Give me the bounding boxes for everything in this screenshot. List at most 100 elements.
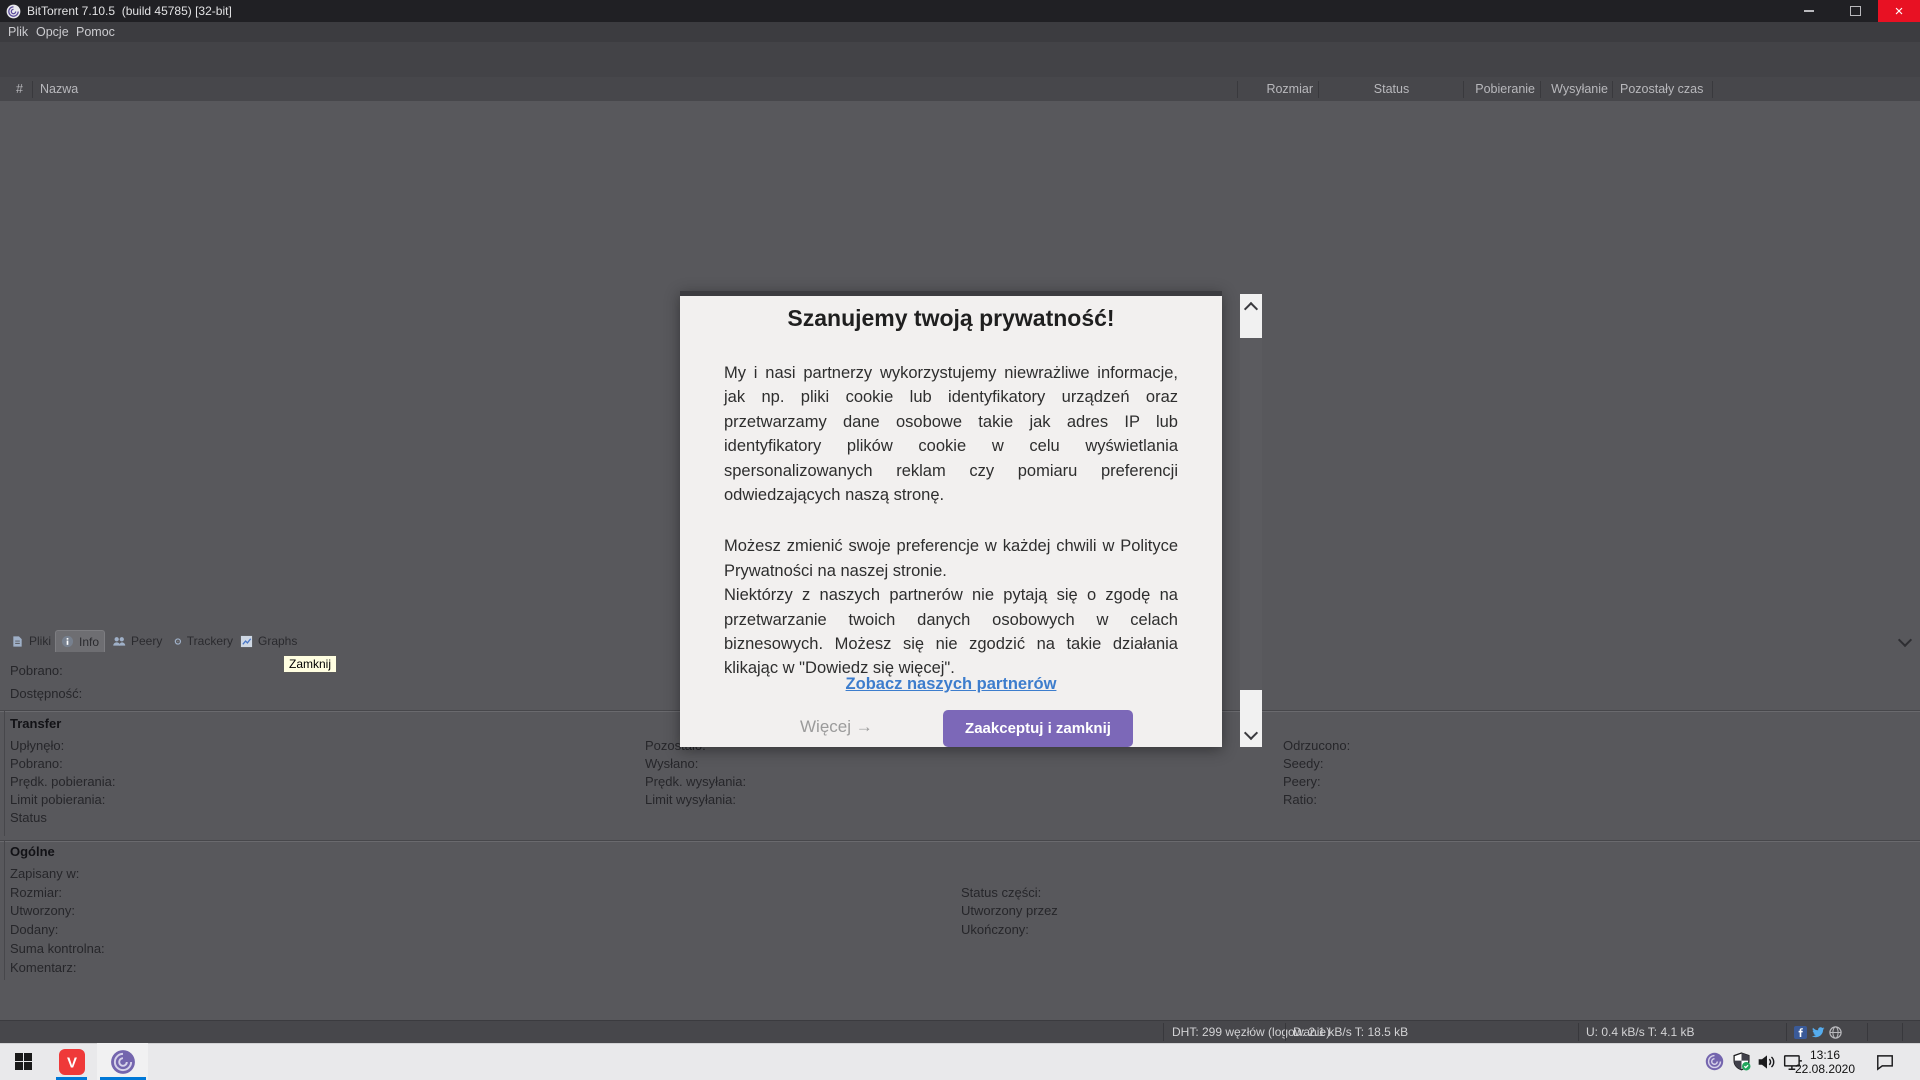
clock-time: 13:16 [1786,1048,1864,1062]
column-divider[interactable] [32,81,33,98]
field-zapisany-w: Zapisany w: [10,866,79,881]
field-wyslano: Wysłano: [645,756,698,771]
menubar: Plik Opcje Pomoc [0,22,1920,43]
menu-opcje[interactable]: Opcje [36,25,69,39]
field-limit-wysylania: Limit wysyłania: [645,792,736,807]
column-divider[interactable] [1540,81,1541,98]
statusbar-divider [1163,1023,1164,1041]
windows-logo-icon [15,1053,32,1070]
statusbar-divider [1578,1023,1579,1041]
field-dostepnosc: Dostępność: [10,686,82,701]
column-divider[interactable] [1712,81,1713,98]
action-center-button[interactable] [1868,1043,1902,1080]
tray-bittorrent[interactable] [1700,1043,1728,1080]
transfer-header: Transfer [10,716,61,731]
column-number[interactable]: # [16,82,23,96]
files-icon [11,635,24,648]
twitter-icon [1811,1026,1825,1039]
minimize-icon [1804,10,1814,12]
svg-text:V: V [67,1054,77,1071]
titlebar: BitTorrent 7.10.5 (build 45785) [32-bit]… [0,0,1920,22]
column-status[interactable]: Status [1320,82,1463,96]
download-status: D: 2.1 kB/s T: 18.5 kB [1293,1025,1408,1039]
tab-graphs[interactable]: Graphs [235,630,299,652]
tab-pliki[interactable]: Pliki [6,630,53,652]
accept-and-close-button[interactable]: Zaakceptuj i zamknij [943,710,1133,747]
tray-volume[interactable] [1754,1043,1780,1080]
column-divider[interactable] [1318,81,1319,98]
trackers-icon [174,635,182,648]
dialog-title: Szanujemy twoją prywatność! [680,305,1222,332]
start-button[interactable] [0,1043,46,1080]
vivaldi-icon: V [59,1049,85,1075]
facebook-icon [1794,1026,1807,1039]
field-odrzucono: Odrzucono: [1283,738,1350,753]
facebook-button[interactable] [1794,1026,1807,1044]
globe-icon [1829,1026,1842,1039]
taskbar-bittorrent-button[interactable] [97,1043,148,1080]
scrollbar-thumb[interactable] [1240,338,1262,690]
menu-plik[interactable]: Plik [8,25,28,39]
maximize-button[interactable] [1832,0,1878,22]
taskbar-vivaldi-button[interactable]: V [48,1043,96,1080]
column-eta[interactable]: Pozostały czas [1620,82,1703,96]
field-pobrano2: Pobrano: [10,756,63,771]
speaker-icon [1757,1053,1777,1071]
column-divider[interactable] [1463,81,1464,98]
taskbar [0,1043,1920,1080]
field-uplynelo: Upłynęło: [10,738,64,753]
tab-trackery[interactable]: Trackery [169,630,233,652]
more-button[interactable]: Więcej → [800,717,873,737]
section-border [4,710,5,836]
tab-label: Pliki [29,634,51,648]
defender-shield-icon [1732,1052,1751,1071]
tab-info[interactable]: Info [55,630,105,652]
close-icon: × [1895,3,1904,20]
upload-status: U: 0.4 kB/s T: 4.1 kB [1586,1025,1695,1039]
field-komentarz: Komentarz: [10,960,76,975]
statusbar-divider [1786,1023,1787,1041]
field-status: Status [10,810,47,825]
field-status-czesci: Status części: [961,885,1041,900]
field-peery: Peery: [1283,774,1321,789]
twitter-button[interactable] [1811,1026,1825,1044]
field-pobrano: Pobrano: [10,663,63,678]
field-utworzony-przez: Utworzony przez [961,903,1058,918]
bittorrent-window: BitTorrent 7.10.5 (build 45785) [32-bit]… [0,0,1920,1080]
tab-label: Graphs [258,634,297,648]
dialog-scrollbar[interactable] [1240,294,1262,747]
tab-label: Info [79,635,99,649]
field-seedy: Seedy: [1283,756,1323,771]
column-upload[interactable]: Wysyłanie [1540,82,1608,96]
field-ratio: Ratio: [1283,792,1317,807]
bittorrent-tray-icon [1705,1052,1724,1071]
general-header: Ogólne [10,844,55,859]
column-divider[interactable] [1612,81,1613,98]
scroll-up-icon[interactable] [1244,302,1258,316]
close-button[interactable]: × [1878,0,1920,22]
column-download[interactable]: Pobieranie [1455,82,1535,96]
website-button[interactable] [1829,1026,1842,1044]
dialog-paragraph: Niektórzy z naszych partnerów nie pytają… [724,583,1178,681]
dialog-paragraph: Możesz zmienić swoje preferencje w każde… [724,534,1178,583]
graphs-icon [240,635,253,648]
column-name[interactable]: Nazwa [40,82,78,96]
field-rozmiar: Rozmiar: [10,885,62,900]
tray-defender[interactable] [1728,1043,1754,1080]
section-divider [0,840,1920,841]
panel-collapse-button[interactable] [1896,633,1914,649]
scroll-down-icon[interactable] [1244,726,1258,740]
menu-pomoc[interactable]: Pomoc [76,25,115,39]
tab-peery[interactable]: Peery [107,630,167,652]
info-icon [61,635,74,648]
field-ukonczony: Ukończony: [961,922,1029,937]
field-utworzony: Utworzony: [10,903,75,918]
clock-date: 22.08.2020 [1786,1062,1864,1076]
column-size[interactable]: Rozmiar [1240,82,1313,96]
action-center-icon [1875,1053,1895,1071]
column-divider[interactable] [1237,81,1238,98]
minimize-button[interactable] [1786,0,1832,22]
partners-link[interactable]: Zobacz naszych partnerów [680,675,1222,694]
taskbar-clock[interactable]: 13:16 22.08.2020 [1786,1048,1864,1076]
dialog-body: My i nasi partnerzy wykorzystujemy niewr… [724,361,1178,681]
